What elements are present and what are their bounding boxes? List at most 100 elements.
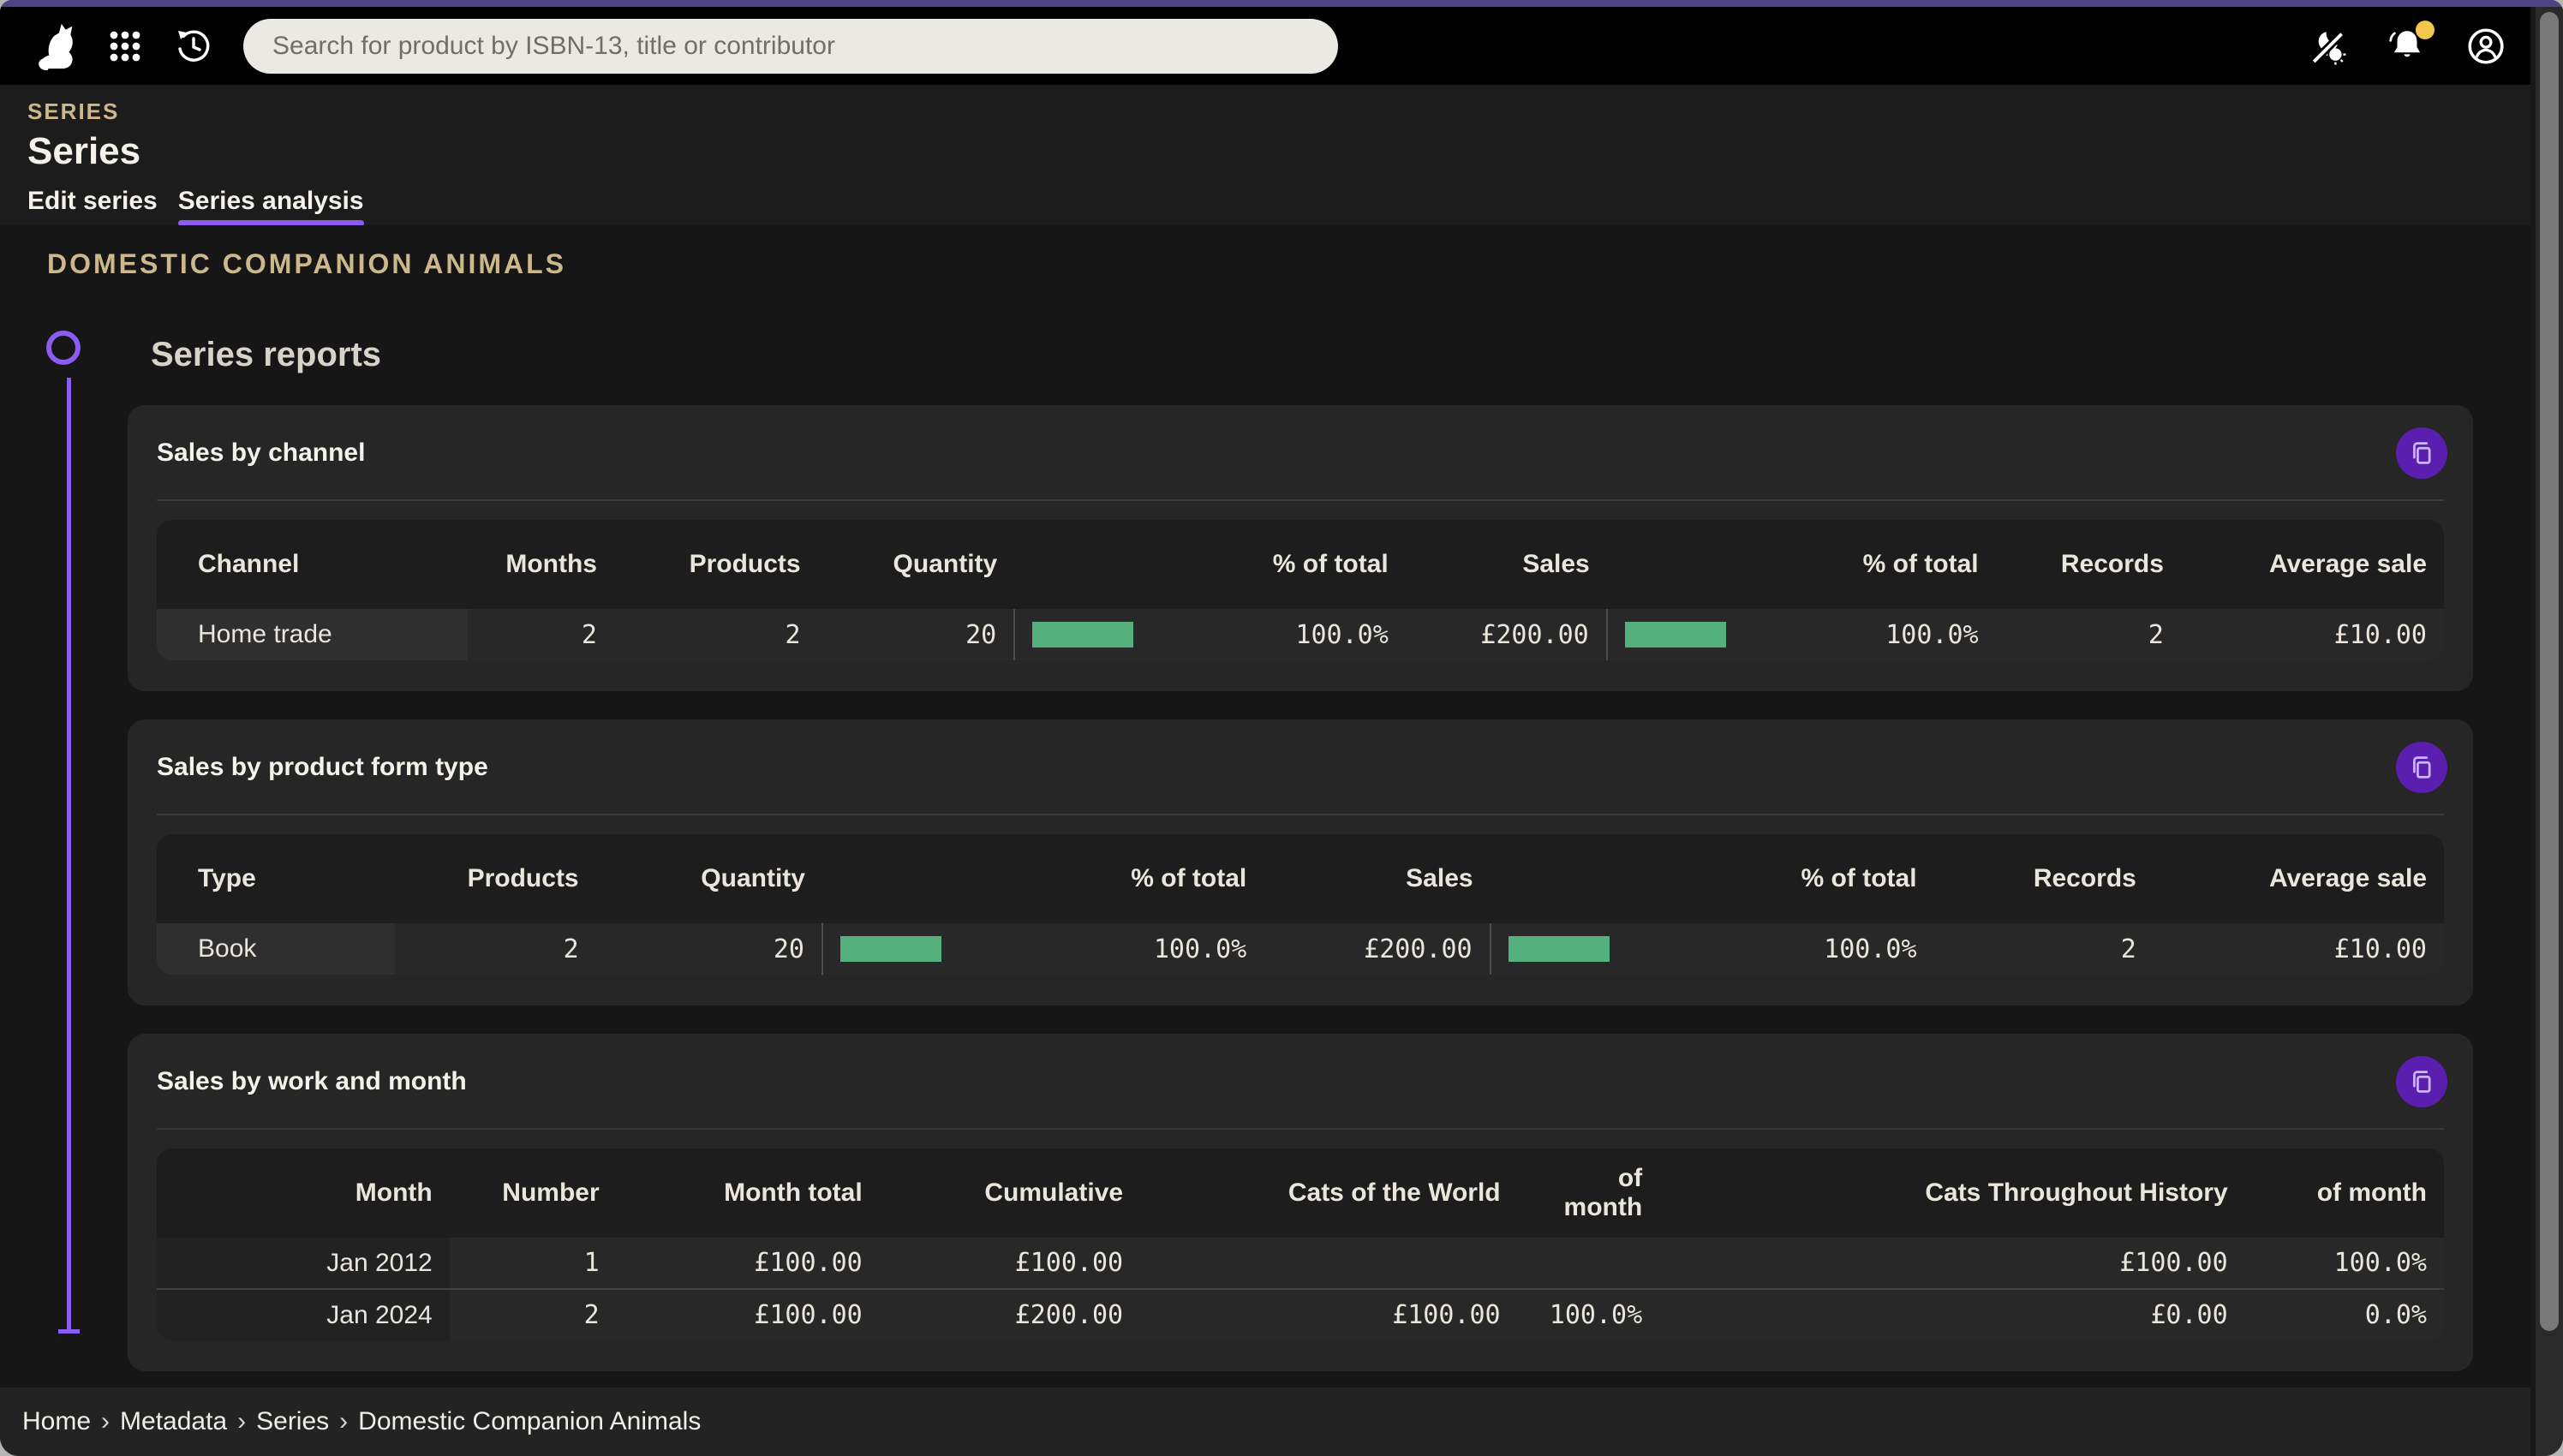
percent-value: 100.0% [1154,934,1246,964]
card-header: Sales by channel [128,427,2473,479]
table-header-row: MonthNumberMonth totalCumulativeCats of … [157,1149,2444,1238]
eyebrow-label: SERIES [27,98,2563,125]
breadcrumb-link[interactable]: Home [22,1407,91,1435]
percent-value: 100.0% [1824,934,1916,964]
scrollbar-thumb[interactable] [2540,12,2559,1331]
table-row: Jan 20121£100.00£100.00£100.00100.0% [157,1238,2444,1289]
breadcrumb-link[interactable]: Metadata [120,1407,227,1435]
app-window: SERIES Series Edit series Series analysi… [0,0,2563,1456]
column-header: of month [2245,1149,2444,1238]
percent-value: 100.0% [1295,620,1388,650]
card-title: Sales by work and month [157,1065,467,1099]
tab-bar: Edit series Series analysis [27,187,2563,224]
table-cell: 100.0% [2245,1238,2444,1289]
column-header: % of total [1014,520,1406,609]
tab-series-analysis[interactable]: Series analysis [178,187,364,224]
page-title: Series [27,130,2563,173]
column-header: Quantity [596,834,822,923]
card-title: Sales by product form type [157,750,488,785]
table-cell: 2 [395,923,596,975]
notifications-bell-icon[interactable] [2387,26,2428,67]
window-accent-strip [0,0,2563,7]
card-title: Sales by channel [157,436,365,470]
copy-icon [2408,1068,2435,1095]
column-header: Channel [157,520,468,609]
column-header: Month total [617,1149,880,1238]
theme-toggle-icon[interactable] [2308,26,2349,67]
series-name-heading: DOMESTIC COMPANION ANIMALS [47,247,2563,281]
app-logo-cat-icon[interactable] [36,21,75,71]
grid-dots-icon [106,27,144,65]
column-header: Month [157,1149,450,1238]
tab-edit-series[interactable]: Edit series [27,187,158,224]
notification-badge [2416,21,2435,39]
table-cell: £200.00 [880,1289,1140,1340]
topbar-right-group [2308,26,2506,67]
table-row: Jan 20242£100.00£200.00£100.00100.0%£0.0… [157,1289,2444,1340]
table-cell: 2 [1934,923,2154,975]
clock-history-icon [175,27,212,65]
timeline-node-circle [46,331,81,365]
table-row: Home trade2220100.0%£200.00100.0%2£10.00 [157,609,2444,660]
table-cell: £100.00 [880,1238,1140,1289]
table-header-row: TypeProductsQuantity% of totalSales% of … [157,834,2444,923]
copy-table-button[interactable] [2396,427,2447,479]
column-header: Records [1934,834,2154,923]
app-grid-icon[interactable] [106,27,144,65]
sales-by-product-form-type-table: TypeProductsQuantity% of totalSales% of … [157,834,2444,975]
breadcrumb-bar: Home›Metadata›Series›Domestic Companion … [0,1387,2563,1456]
column-header: Sales [1264,834,1490,923]
table-cell: £10.00 [2154,923,2444,975]
cat-icon [36,21,75,71]
main-content: DOMESTIC COMPANION ANIMALS Series report… [0,225,2563,1387]
copy-icon [2408,754,2435,781]
table-cell: £10.00 [2181,609,2444,660]
row-header-cell: Jan 2024 [157,1289,450,1340]
table-cell: £100.00 [617,1289,880,1340]
table-cell: £200.00 [1406,609,1607,660]
copy-table-button[interactable] [2396,742,2447,793]
column-header: Records [1996,520,2181,609]
table-cell: 20 [818,609,1015,660]
column-header: Cats Throughout History [1659,1149,2245,1238]
scrollbar-track[interactable] [2530,7,2563,1456]
table-cell: 2 [468,609,614,660]
table-cell: 100.0% [1014,609,1406,660]
table-row: Book220100.0%£200.00100.0%2£10.00 [157,923,2444,975]
column-header: Average sale [2154,834,2444,923]
table-cell: 2 [1996,609,2181,660]
table-cell: 20 [596,923,822,975]
table-cell: 100.0% [1491,923,1934,975]
breadcrumb-current: Domestic Companion Animals [358,1407,701,1435]
timeline-line [67,378,71,1331]
sales-by-work-and-month-table: MonthNumberMonth totalCumulativeCats of … [157,1149,2444,1340]
column-header: Quantity [818,520,1015,609]
table-cell: £200.00 [1264,923,1490,975]
card-sales-by-product-form-type: Sales by product form type TypeProductsQ… [128,719,2473,1005]
column-header: Average sale [2181,520,2444,609]
person-circle-icon [2465,26,2506,67]
percent-bar [1625,622,1726,647]
table-header-row: ChannelMonthsProductsQuantity% of totalS… [157,520,2444,609]
report-table: ChannelMonthsProductsQuantity% of totalS… [157,520,2444,660]
report-table: TypeProductsQuantity% of totalSales% of … [157,834,2444,975]
column-header: Cumulative [880,1149,1140,1238]
history-icon[interactable] [175,27,212,65]
table-cell [1140,1238,1518,1289]
moon-sun-icon [2308,26,2349,67]
column-header: Number [450,1149,617,1238]
row-header-cell: Book [157,923,395,975]
account-icon[interactable] [2465,26,2506,67]
search-input[interactable] [243,19,1338,74]
table-cell: 100.0% [822,923,1264,975]
percent-bar [840,936,941,962]
copy-icon [2408,439,2435,467]
breadcrumb-link[interactable]: Series [256,1407,329,1435]
reports-heading: Series reports [151,334,2563,375]
column-header: Months [468,520,614,609]
card-header: Sales by work and month [128,1056,2473,1107]
copy-table-button[interactable] [2396,1056,2447,1107]
table-cell: 1 [450,1238,617,1289]
report-table: MonthNumberMonth totalCumulativeCats of … [157,1149,2444,1340]
row-header-cell: Jan 2012 [157,1238,450,1289]
